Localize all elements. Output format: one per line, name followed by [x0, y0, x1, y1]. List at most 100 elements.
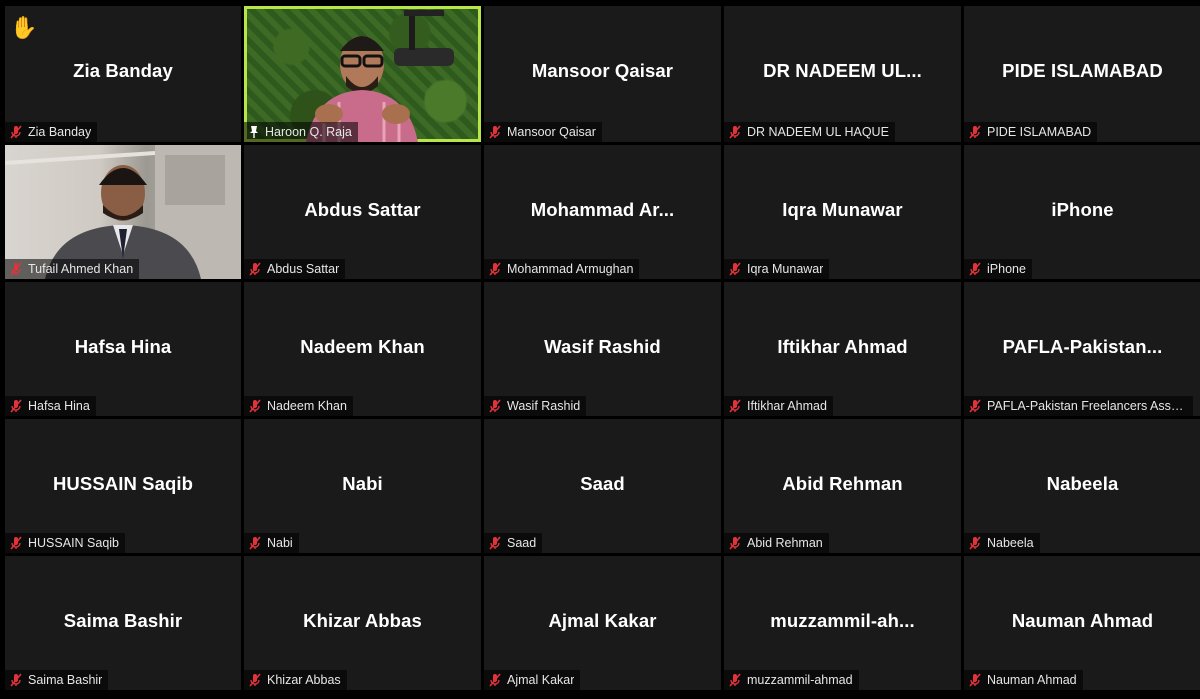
mic-muted-icon [10, 673, 22, 687]
participant-name-tag: Abdus Sattar [244, 259, 346, 279]
participant-label: Ajmal Kakar [507, 673, 575, 687]
participant-display-name: Khizar Abbas [303, 610, 422, 631]
participant-display-name: Iftikhar Ahmad [777, 336, 908, 357]
mic-muted-icon [249, 673, 261, 687]
participant-label: muzzammil-ahmad [747, 673, 853, 687]
participant-name-tag: Mohammad Armughan [484, 259, 640, 279]
participant-display-name: Nadeem Khan [300, 336, 425, 357]
raised-hand-icon: ✋ [10, 15, 38, 40]
mic-muted-icon [10, 125, 22, 139]
participant-label: Wasif Rashid [507, 399, 581, 413]
mic-muted-icon [969, 536, 981, 550]
participant-display-name: Hafsa Hina [74, 336, 172, 357]
participant-display-name: Saima Bashir [63, 610, 183, 631]
participant-tile[interactable]: Saad Saad [484, 419, 721, 553]
participant-name-tag: PIDE ISLAMABAD [964, 122, 1098, 142]
participant-tile[interactable]: Nabi Nabi [244, 419, 481, 553]
participant-name-tag: PAFLA-Pakistan Freelancers Associ... [964, 396, 1193, 416]
participant-tile[interactable]: Khizar Abbas Khizar Abbas [244, 556, 481, 690]
participant-display-name: muzzammil-ah... [770, 610, 915, 631]
mic-muted-icon [729, 125, 741, 139]
mic-muted-icon [489, 536, 501, 550]
participant-tile[interactable]: Iftikhar Ahmad Iftikhar Ahmad [724, 282, 961, 416]
participant-display-name: Abdus Sattar [304, 199, 421, 220]
participant-video-tile-active[interactable]: Haroon Q. Raja [244, 6, 481, 142]
participant-label: Khizar Abbas [267, 673, 341, 687]
participant-label: Nabi [267, 536, 293, 550]
participant-display-name: PIDE ISLAMABAD [1002, 60, 1163, 81]
participant-video-tile[interactable]: Tufail Ahmed Khan [5, 145, 241, 279]
participant-name-tag: Haroon Q. Raja [244, 122, 358, 142]
participant-name-tag: Saima Bashir [5, 670, 109, 690]
participant-name-tag: Nadeem Khan [244, 396, 353, 416]
participant-tile[interactable]: Mansoor Qaisar Mansoor Qaisar [484, 6, 721, 142]
mic-muted-icon [489, 262, 501, 276]
mic-muted-icon [10, 536, 22, 550]
participant-label: Haroon Q. Raja [265, 125, 352, 139]
participant-tile[interactable]: Abid Rehman Abid Rehman [724, 419, 961, 553]
participant-tile[interactable]: DR NADEEM UL... DR NADEEM UL HAQUE [724, 6, 961, 142]
participant-name-tag: Iftikhar Ahmad [724, 396, 833, 416]
participant-name-tag: HUSSAIN Saqib [5, 533, 126, 553]
mic-muted-icon [969, 399, 981, 413]
mic-muted-icon [10, 399, 22, 413]
participant-label: HUSSAIN Saqib [28, 536, 120, 550]
mic-muted-icon [969, 673, 981, 687]
participant-tile[interactable]: Mohammad Ar... Mohammad Armughan [484, 145, 721, 279]
participant-display-name: Zia Banday [73, 60, 173, 81]
participant-name-tag: Khizar Abbas [244, 670, 347, 690]
participant-display-name: HUSSAIN Saqib [52, 473, 194, 494]
participant-tile[interactable]: Hafsa Hina Hafsa Hina [5, 282, 241, 416]
participant-tile[interactable]: Nauman Ahmad Nauman Ahmad [964, 556, 1200, 690]
participant-tile[interactable]: PIDE ISLAMABAD PIDE ISLAMABAD [964, 6, 1200, 142]
participant-name-tag: Abid Rehman [724, 533, 829, 553]
participant-label: Abdus Sattar [267, 262, 340, 276]
participant-name-tag: Hafsa Hina [5, 396, 96, 416]
mic-muted-icon [249, 536, 261, 550]
participant-name-tag: Nauman Ahmad [964, 670, 1083, 690]
participant-tile[interactable]: muzzammil-ah... muzzammil-ahmad [724, 556, 961, 690]
participant-label: Saad [507, 536, 537, 550]
participant-label: Nauman Ahmad [987, 673, 1077, 687]
participant-label: Nadeem Khan [267, 399, 347, 413]
participant-name-tag: Mansoor Qaisar [484, 122, 602, 142]
participant-name-tag: muzzammil-ahmad [724, 670, 859, 690]
participant-tile[interactable]: iPhone iPhone [964, 145, 1200, 279]
participant-name-tag: Nabeela [964, 533, 1040, 553]
participant-label: Iqra Munawar [747, 262, 824, 276]
participant-display-name: Ajmal Kakar [548, 610, 657, 631]
participant-label: DR NADEEM UL HAQUE [747, 125, 889, 139]
participant-tile[interactable]: Nabeela Nabeela [964, 419, 1200, 553]
pin-icon [250, 126, 258, 138]
mic-muted-icon [249, 399, 261, 413]
participant-name-tag: Ajmal Kakar [484, 670, 581, 690]
participant-name-tag: Saad [484, 533, 543, 553]
participant-name-tag: iPhone [964, 259, 1032, 279]
mic-muted-icon [489, 125, 501, 139]
participant-label: Saima Bashir [28, 673, 103, 687]
participant-tile[interactable]: HUSSAIN Saqib HUSSAIN Saqib [5, 419, 241, 553]
participant-tile[interactable]: Iqra Munawar Iqra Munawar [724, 145, 961, 279]
participant-tile[interactable]: Nadeem Khan Nadeem Khan [244, 282, 481, 416]
participant-name-tag: Nabi [244, 533, 299, 553]
participant-label: Zia Banday [28, 125, 92, 139]
participant-name-tag: DR NADEEM UL HAQUE [724, 122, 895, 142]
participant-label: Hafsa Hina [28, 399, 90, 413]
participant-tile[interactable]: ✋ Zia Banday Zia Banday [5, 6, 241, 142]
mic-muted-icon [729, 673, 741, 687]
participant-tile[interactable]: Abdus Sattar Abdus Sattar [244, 145, 481, 279]
participant-tile[interactable]: Saima Bashir Saima Bashir [5, 556, 241, 690]
participant-name-tag: Iqra Munawar [724, 259, 830, 279]
participant-display-name: Mansoor Qaisar [531, 60, 674, 81]
participant-display-name: Nabi [342, 473, 383, 494]
participant-display-name: Saad [580, 473, 625, 494]
participant-label: Mohammad Armughan [507, 262, 634, 276]
participant-display-name: iPhone [1051, 199, 1114, 220]
participant-tile[interactable]: Ajmal Kakar Ajmal Kakar [484, 556, 721, 690]
mic-muted-icon [729, 262, 741, 276]
mic-muted-icon [249, 262, 261, 276]
participant-tile[interactable]: Wasif Rashid Wasif Rashid [484, 282, 721, 416]
participant-tile[interactable]: PAFLA-Pakistan... PAFLA-Pakistan Freelan… [964, 282, 1200, 416]
participant-gallery: ✋ Zia Banday Zia Banday Haroon Q. Raja M… [0, 0, 1200, 699]
participant-label: Nabeela [987, 536, 1034, 550]
